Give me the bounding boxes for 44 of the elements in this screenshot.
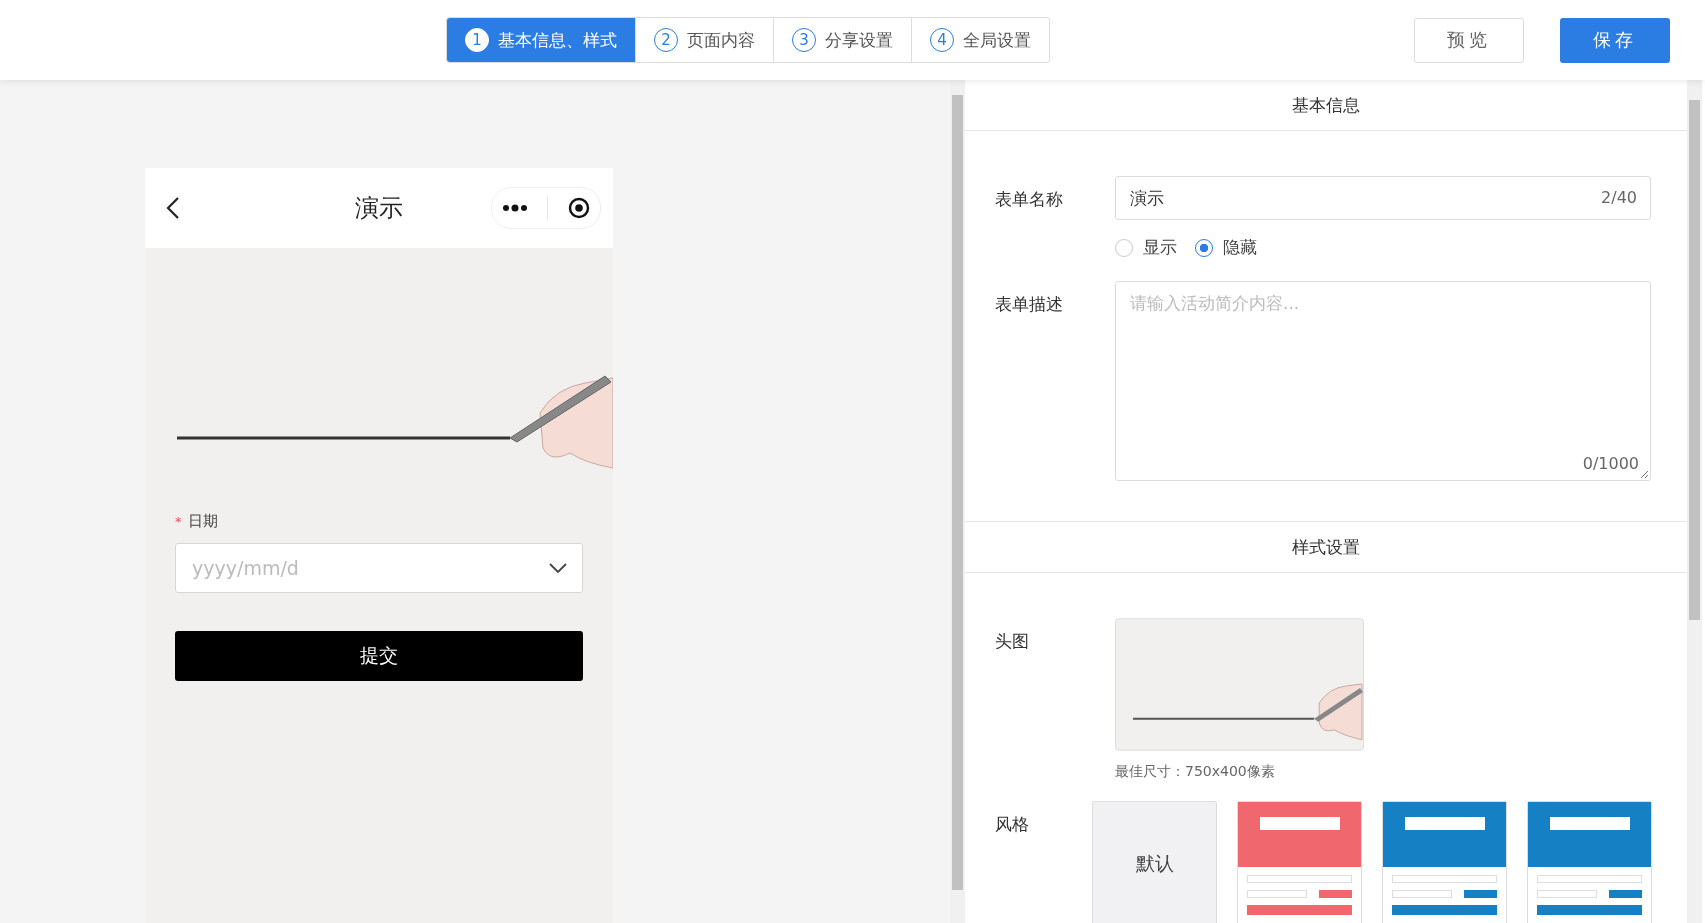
step-tab[interactable]: 4 全局设置	[911, 18, 1049, 62]
field-label: 表单名称	[995, 188, 1064, 211]
step-tab[interactable]: 2 页面内容	[635, 18, 773, 62]
page-title: 演示	[354, 193, 404, 224]
chevron-down-icon	[549, 563, 567, 573]
style-thumbnail[interactable]	[1382, 801, 1507, 923]
back-icon[interactable]	[166, 196, 180, 220]
button-shape	[1609, 890, 1642, 898]
field-label: 风格	[995, 813, 1030, 836]
character-count: 2/40	[1601, 188, 1637, 207]
header-image-thumbnail[interactable]	[1115, 618, 1364, 751]
radio-button[interactable]	[1195, 238, 1213, 257]
scrollbar[interactable]	[950, 80, 965, 923]
button-shape	[1319, 890, 1352, 898]
style-thumbnail[interactable]	[1527, 801, 1652, 923]
field-label: 日期	[187, 512, 218, 531]
step-tab[interactable]: 1 基本信息、样式	[447, 18, 635, 62]
section-heading: 基本信息	[965, 80, 1687, 131]
step-label: 分享设置	[825, 28, 893, 52]
size-hint: 最佳尺寸：750x400像素	[1115, 763, 1276, 781]
date-field[interactable]: yyyy/mm/d	[175, 543, 583, 593]
style-option[interactable]: 默认	[1092, 801, 1217, 923]
step-number-icon: 1	[465, 28, 489, 52]
field-label: 表单描述	[995, 293, 1064, 316]
capsule-menu[interactable]	[491, 187, 601, 229]
resize-grip-icon[interactable]	[1640, 470, 1649, 479]
preview-button[interactable]: 预览	[1414, 17, 1524, 63]
step-label: 基本信息、样式	[498, 28, 617, 52]
character-count: 0/1000	[1582, 454, 1639, 473]
step-tab[interactable]: 3 分享设置	[773, 18, 911, 62]
required-asterisk: *	[175, 514, 182, 529]
button-shape	[1464, 890, 1497, 898]
step-label: 全局设置	[963, 28, 1031, 52]
scrollbar[interactable]	[1687, 80, 1702, 923]
section-heading: 样式设置	[965, 521, 1687, 573]
radio-label: 显示	[1143, 236, 1177, 259]
save-button[interactable]: 保存	[1560, 17, 1670, 63]
field-label: 头图	[995, 630, 1030, 653]
step-label: 页面内容	[687, 28, 755, 52]
radio-label: 隐藏	[1223, 236, 1257, 259]
submit-button[interactable]: 提交	[175, 631, 583, 681]
more-icon[interactable]	[501, 204, 528, 212]
target-icon[interactable]	[568, 197, 591, 219]
style-thumbnail[interactable]	[1237, 801, 1362, 923]
